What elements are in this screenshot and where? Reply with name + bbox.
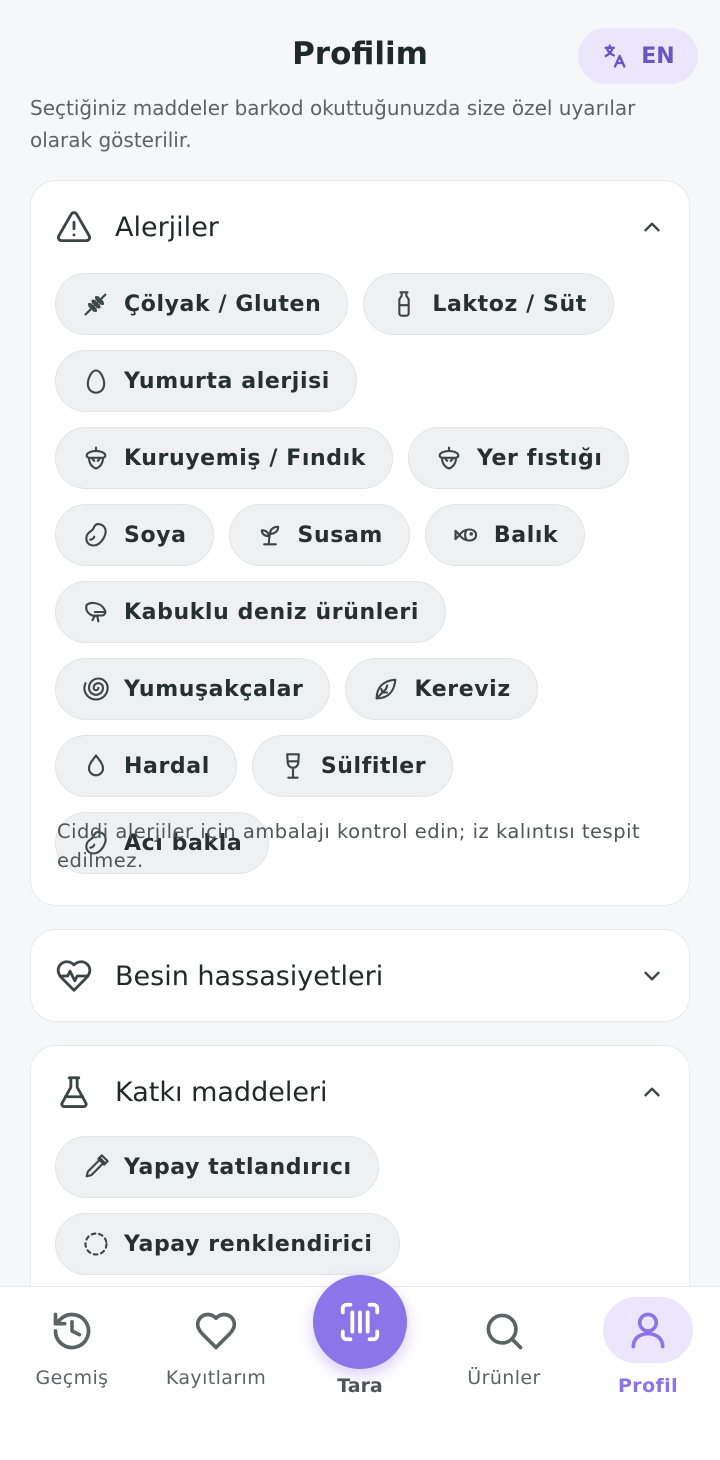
chip-label: Laktoz / Süt bbox=[432, 291, 587, 317]
chip-label: Kabuklu deniz ürünleri bbox=[124, 599, 420, 625]
chip-label: Hardal bbox=[124, 753, 210, 779]
chip-label: Sülfitler bbox=[320, 753, 427, 779]
language-toggle-button[interactable]: EN bbox=[578, 28, 698, 84]
search-icon bbox=[486, 1313, 523, 1350]
chip-label: Susam bbox=[297, 522, 383, 548]
shell-icon bbox=[83, 677, 109, 701]
sensitivities-card: Besin hassasiyetleri bbox=[30, 929, 690, 1022]
chip-label: Soya bbox=[124, 522, 187, 548]
sensitivities-header[interactable]: Besin hassasiyetleri bbox=[31, 930, 689, 1022]
chip-label: Yer fıstığı bbox=[476, 445, 603, 471]
dashed-circle-icon bbox=[84, 1232, 108, 1256]
scan-label: Tara bbox=[337, 1375, 383, 1397]
chip-mollusks[interactable]: Yumuşakçalar bbox=[55, 658, 331, 720]
intro-text: Seçtiğiniz maddeler barkod okuttuğunuzda… bbox=[30, 96, 636, 152]
active-indicator bbox=[603, 1297, 693, 1363]
milk-bottle-icon bbox=[398, 291, 411, 317]
chip-egg[interactable]: Yumurta alerjisi bbox=[55, 350, 357, 412]
nut-icon bbox=[438, 446, 460, 470]
nav-label: Profil bbox=[617, 1375, 679, 1397]
chip-artificial-colorant[interactable]: Yapay renklendirici bbox=[55, 1213, 400, 1275]
chip-sesame[interactable]: Susam bbox=[228, 504, 410, 566]
chip-label: Balık bbox=[493, 522, 559, 548]
sprout-icon bbox=[260, 525, 279, 546]
chip-sulfites[interactable]: Sülfitler bbox=[251, 735, 454, 797]
bottom-navigation: Geçmiş Kayıtlarım Tara Ürünler Profil bbox=[0, 1275, 720, 1460]
additive-chips: Yapay tatlandırıcı Yapay renklendirici bbox=[55, 1136, 665, 1275]
chevron-up-icon[interactable] bbox=[639, 214, 665, 240]
chip-shellfish[interactable]: Kabuklu deniz ürünleri bbox=[55, 581, 447, 643]
chip-label: Yumuşakçalar bbox=[124, 676, 304, 702]
chip-label: Kereviz bbox=[414, 676, 511, 702]
nav-label: Kayıtlarım bbox=[165, 1367, 267, 1389]
chip-peanut[interactable]: Yer fıstığı bbox=[407, 427, 630, 489]
chip-soy[interactable]: Soya bbox=[55, 504, 214, 566]
fish-icon bbox=[454, 528, 478, 542]
nut-icon bbox=[85, 446, 107, 470]
language-label: EN bbox=[641, 43, 675, 69]
heart-icon bbox=[195, 1312, 237, 1350]
user-icon bbox=[631, 1312, 665, 1349]
chip-fish[interactable]: Balık bbox=[424, 504, 586, 566]
profile-content[interactable]: Seçtiğiniz maddeler barkod okuttuğunuzda… bbox=[0, 94, 720, 1286]
additives-title: Katkı maddeleri bbox=[115, 1076, 328, 1108]
chip-label: Yapay renklendirici bbox=[124, 1231, 373, 1257]
chip-label: Yumurta alerjisi bbox=[124, 368, 330, 394]
heart-pulse-icon bbox=[56, 960, 92, 992]
chevron-down-icon[interactable] bbox=[639, 963, 665, 989]
nav-label: Geçmiş bbox=[35, 1367, 109, 1389]
translate-icon bbox=[604, 44, 626, 68]
chip-label: Kuruyemiş / Fındık bbox=[124, 445, 366, 471]
warning-triangle-icon bbox=[56, 211, 92, 243]
allergies-title: Alerjiler bbox=[115, 211, 219, 243]
additives-header[interactable]: Katkı maddeleri bbox=[31, 1046, 689, 1138]
wheat-icon bbox=[84, 293, 107, 316]
pipette-icon bbox=[85, 1154, 109, 1178]
chip-celery[interactable]: Kereviz bbox=[345, 658, 538, 720]
egg-icon bbox=[86, 369, 106, 394]
allergy-chips: Çölyak / Gluten Laktoz / Süt Yumurta ale… bbox=[55, 273, 665, 874]
allergies-header[interactable]: Alerjiler bbox=[31, 181, 689, 273]
nav-saved[interactable]: Kayıtlarım bbox=[144, 1287, 288, 1407]
shrimp-icon bbox=[85, 601, 107, 623]
history-icon bbox=[53, 1312, 91, 1350]
chip-tree-nuts[interactable]: Kuruyemiş / Fındık bbox=[55, 427, 393, 489]
chip-label: Yapay tatlandırıcı bbox=[124, 1154, 352, 1180]
nav-label: Ürünler bbox=[467, 1367, 541, 1389]
scan-button[interactable] bbox=[313, 1275, 407, 1369]
chip-artificial-sweetener[interactable]: Yapay tatlandırıcı bbox=[55, 1136, 379, 1198]
allergy-note: Ciddi alerjiler için ambalajı kontrol ed… bbox=[57, 820, 641, 872]
chip-label: Çölyak / Gluten bbox=[124, 291, 322, 317]
nav-history[interactable]: Geçmiş bbox=[0, 1287, 144, 1407]
wine-glass-icon bbox=[285, 753, 300, 779]
leaf-icon bbox=[376, 678, 397, 700]
flask-icon bbox=[60, 1076, 88, 1108]
additives-card: Katkı maddeleri Yapay tatlandırıcı Yapay… bbox=[30, 1045, 690, 1286]
chip-lactose[interactable]: Laktoz / Süt bbox=[363, 273, 614, 335]
nav-profile[interactable]: Profil bbox=[576, 1287, 720, 1407]
allergies-card: Alerjiler Çölyak / Gluten Laktoz / Süt Y… bbox=[30, 180, 690, 906]
chip-mustard[interactable]: Hardal bbox=[55, 735, 237, 797]
scan-barcode-icon bbox=[340, 1302, 380, 1342]
chip-gluten[interactable]: Çölyak / Gluten bbox=[55, 273, 349, 335]
bean-icon bbox=[85, 523, 107, 547]
sensitivities-title: Besin hassasiyetleri bbox=[115, 960, 384, 992]
nav-products[interactable]: Ürünler bbox=[432, 1287, 576, 1407]
droplet-icon bbox=[87, 754, 105, 777]
chevron-up-icon[interactable] bbox=[639, 1079, 665, 1105]
